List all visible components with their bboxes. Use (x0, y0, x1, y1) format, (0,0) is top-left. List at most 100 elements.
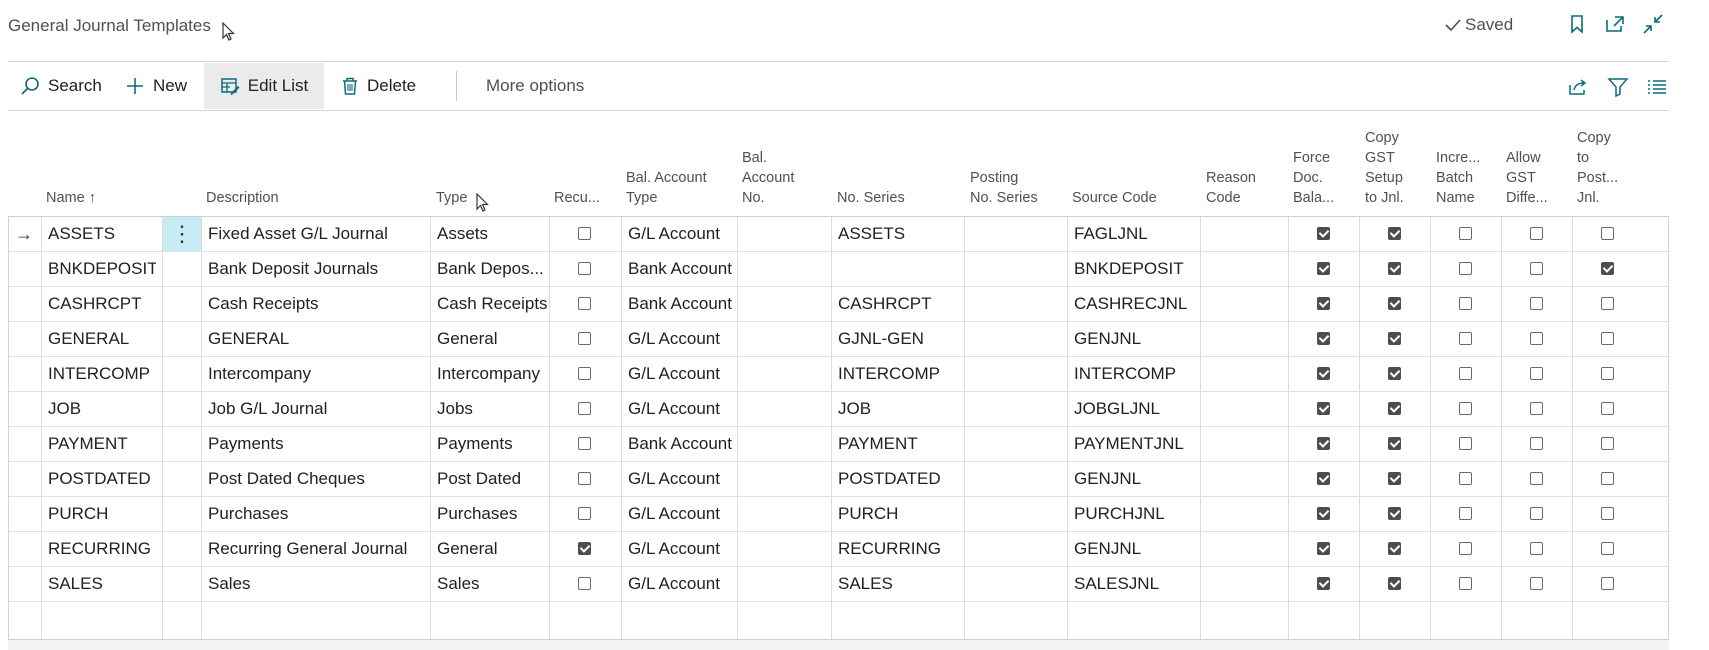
bal-account-type-cell[interactable]: Bank Account (628, 252, 736, 286)
column-header-bal-account-type[interactable]: Bal. Account Type (626, 168, 707, 208)
copy-to-posted-jnl-checkbox[interactable] (1601, 507, 1614, 520)
bal-account-type-cell[interactable]: Bank Account (628, 287, 736, 321)
allow-gst-difference-checkbox[interactable] (1530, 542, 1543, 555)
copy-gst-setup-checkbox[interactable] (1388, 367, 1401, 380)
increment-batch-name-checkbox[interactable] (1459, 262, 1472, 275)
reason-code-cell[interactable] (1207, 567, 1287, 601)
posting-no-series-cell[interactable] (971, 357, 1066, 391)
bookmark-icon[interactable] (1565, 12, 1589, 36)
increment-batch-name-checkbox[interactable] (1459, 577, 1472, 590)
reason-code-cell[interactable] (1207, 252, 1287, 286)
new-button[interactable]: New (125, 63, 187, 109)
bal-account-no-cell[interactable] (744, 567, 830, 601)
copy-to-posted-jnl-checkbox[interactable] (1601, 227, 1614, 240)
type-cell[interactable]: Assets (437, 217, 548, 251)
recurring-checkbox[interactable] (578, 367, 591, 380)
table-row[interactable]: JOB Job G/L Journal Jobs G/L Account JOB JOBG… (9, 392, 1668, 427)
posting-no-series-cell[interactable] (971, 322, 1066, 356)
force-doc-balance-checkbox[interactable] (1317, 227, 1330, 240)
column-header-posting-no-series[interactable]: Posting No. Series (970, 168, 1038, 208)
posting-no-series-cell[interactable] (971, 217, 1066, 251)
list-view-icon[interactable] (1645, 75, 1669, 99)
force-doc-balance-checkbox[interactable] (1317, 367, 1330, 380)
force-doc-balance-checkbox[interactable] (1317, 297, 1330, 310)
type-cell[interactable]: Payments (437, 427, 548, 461)
name-cell[interactable]: PAYMENT (48, 427, 156, 461)
source-code-cell[interactable]: JOBGLJNL (1074, 392, 1199, 426)
force-doc-balance-checkbox[interactable] (1317, 262, 1330, 275)
reason-code-cell[interactable] (1207, 357, 1287, 391)
type-cell[interactable]: Cash Receipts (437, 287, 548, 321)
force-doc-balance-checkbox[interactable] (1317, 542, 1330, 555)
search-button[interactable]: Search (20, 63, 102, 109)
reason-code-cell[interactable] (1207, 322, 1287, 356)
copy-gst-setup-checkbox[interactable] (1388, 542, 1401, 555)
bal-account-no-cell[interactable] (744, 532, 830, 566)
filter-icon[interactable] (1606, 75, 1630, 99)
column-header-increment-batch-name[interactable]: Incre... Batch Name (1436, 148, 1480, 208)
table-row[interactable]: INTERCOMP Intercompany Intercompany G/L Acc… (9, 357, 1668, 392)
bal-account-no-cell[interactable] (744, 427, 830, 461)
source-code-cell[interactable]: PAYMENTJNL (1074, 427, 1199, 461)
no-series-cell[interactable]: GJNL-GEN (838, 322, 963, 356)
allow-gst-difference-checkbox[interactable] (1530, 367, 1543, 380)
reason-code-cell[interactable] (1207, 392, 1287, 426)
increment-batch-name-checkbox[interactable] (1459, 367, 1472, 380)
bal-account-type-cell[interactable]: G/L Account (628, 322, 736, 356)
copy-gst-setup-checkbox[interactable] (1388, 577, 1401, 590)
bal-account-no-cell[interactable] (744, 497, 830, 531)
column-header-bal-account-no[interactable]: Bal. Account No. (742, 148, 794, 208)
bal-account-type-cell[interactable]: G/L Account (628, 392, 736, 426)
bal-account-type-cell[interactable]: G/L Account (628, 497, 736, 531)
type-cell[interactable]: Purchases (437, 497, 548, 531)
type-cell[interactable]: Post Dated (437, 462, 548, 496)
column-header-description[interactable]: Description (206, 188, 279, 208)
name-cell[interactable]: INTERCOMP (48, 357, 156, 391)
description-cell[interactable]: Sales (208, 567, 429, 601)
allow-gst-difference-checkbox[interactable] (1530, 227, 1543, 240)
reason-code-cell[interactable] (1207, 287, 1287, 321)
force-doc-balance-checkbox[interactable] (1317, 577, 1330, 590)
posting-no-series-cell[interactable] (971, 427, 1066, 461)
no-series-cell[interactable]: JOB (838, 392, 963, 426)
reason-code-cell[interactable] (1207, 427, 1287, 461)
column-header-allow-gst-difference[interactable]: Allow GST Diffe... (1506, 148, 1548, 208)
copy-to-posted-jnl-checkbox[interactable] (1601, 542, 1614, 555)
table-row[interactable]: CASHRCPT Cash Receipts Cash Receipts Bank A… (9, 287, 1668, 322)
recurring-checkbox[interactable] (578, 542, 591, 555)
copy-gst-setup-checkbox[interactable] (1388, 437, 1401, 450)
increment-batch-name-checkbox[interactable] (1459, 437, 1472, 450)
copy-gst-setup-checkbox[interactable] (1388, 332, 1401, 345)
bal-account-no-cell[interactable] (744, 322, 830, 356)
description-cell[interactable]: Purchases (208, 497, 429, 531)
column-header-recurring[interactable]: Recu... (554, 188, 600, 208)
copy-gst-setup-checkbox[interactable] (1388, 402, 1401, 415)
posting-no-series-cell[interactable] (971, 462, 1066, 496)
description-cell[interactable]: Payments (208, 427, 429, 461)
column-header-force-doc-balance[interactable]: Force Doc. Bala... (1293, 148, 1334, 208)
copy-to-posted-jnl-checkbox[interactable] (1601, 262, 1614, 275)
table-row[interactable]: POSTDATED Post Dated Cheques Post Dated G/L… (9, 462, 1668, 497)
name-cell[interactable]: BNKDEPOSIT (48, 252, 156, 286)
table-row[interactable]: PURCH Purchases Purchases G/L Account PURCH P… (9, 497, 1668, 532)
description-cell[interactable]: Recurring General Journal (208, 532, 429, 566)
force-doc-balance-checkbox[interactable] (1317, 507, 1330, 520)
table-row[interactable]: SALES Sales Sales G/L Account SALES SALESJNL (9, 567, 1668, 602)
copy-to-posted-jnl-checkbox[interactable] (1601, 402, 1614, 415)
column-header-type[interactable]: Type (436, 188, 467, 208)
no-series-cell[interactable]: POSTDATED (838, 462, 963, 496)
posting-no-series-cell[interactable] (971, 532, 1066, 566)
type-cell[interactable]: General (437, 322, 548, 356)
allow-gst-difference-checkbox[interactable] (1530, 332, 1543, 345)
column-header-reason-code[interactable]: Reason Code (1206, 168, 1256, 208)
source-code-cell[interactable]: CASHRECJNL (1074, 287, 1199, 321)
allow-gst-difference-checkbox[interactable] (1530, 402, 1543, 415)
recurring-checkbox[interactable] (578, 577, 591, 590)
reason-code-cell[interactable] (1207, 217, 1287, 251)
table-row[interactable]: PAYMENT Payments Payments Bank Account PAYME… (9, 427, 1668, 462)
no-series-cell[interactable]: RECURRING (838, 532, 963, 566)
source-code-cell[interactable]: GENJNL (1074, 532, 1199, 566)
name-cell[interactable]: JOB (48, 392, 156, 426)
bal-account-no-cell[interactable] (744, 462, 830, 496)
empty-new-row[interactable] (9, 602, 1668, 637)
